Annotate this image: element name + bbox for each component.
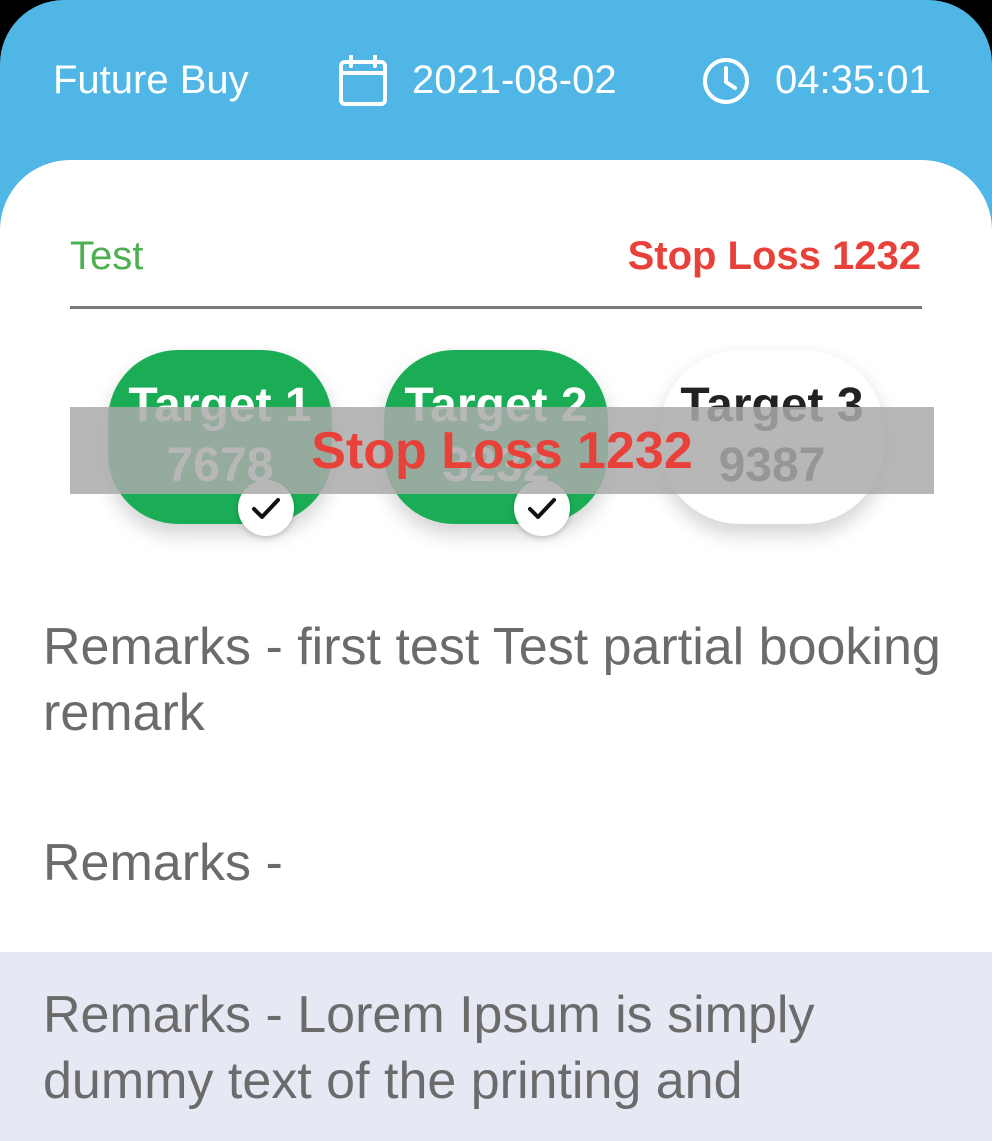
clock-icon (703, 58, 749, 104)
header-bar: Future Buy 2021-08-02 04:35:01 (0, 0, 992, 160)
trade-type-label: Future Buy (53, 58, 249, 102)
remark-text: Remarks - Lorem Ipsum is simply dummy te… (43, 986, 815, 1110)
trade-time: 04:35:01 (775, 58, 931, 102)
remark-text: Remarks - (43, 834, 283, 892)
divider (70, 306, 922, 309)
trade-name: Test (70, 234, 144, 278)
calendar-icon (339, 55, 387, 106)
remark-text: Remarks - first test Test partial bookin… (43, 618, 941, 742)
app-screen: Future Buy 2021-08-02 04:35:01 Test Stop… (0, 0, 992, 1141)
stop-loss-overlay-text: Stop Loss 1232 (311, 422, 693, 480)
stop-loss-label: Stop Loss 1232 (627, 234, 921, 278)
trade-date: 2021-08-02 (412, 58, 617, 102)
stop-loss-overlay: Stop Loss 1232 (70, 407, 934, 494)
trade-card[interactable]: Test Stop Loss 1232 Target 1 7678 Target… (0, 160, 992, 1141)
